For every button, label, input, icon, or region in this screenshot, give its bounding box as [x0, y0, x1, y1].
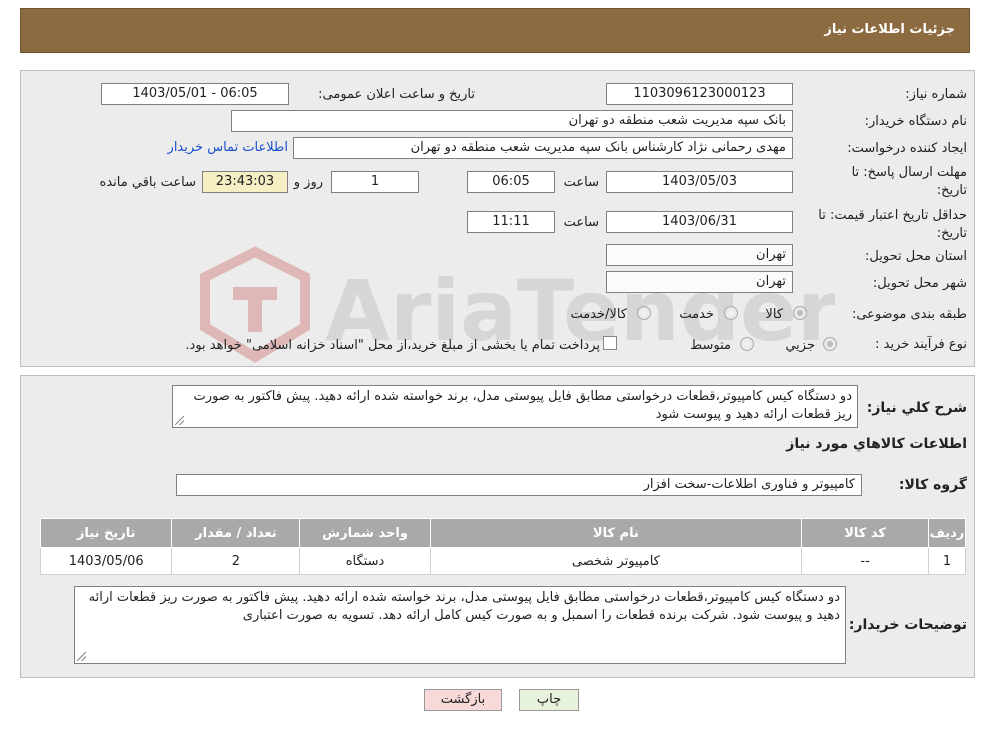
validity-time-field: 11:11	[467, 211, 555, 233]
cell-unit: دستگاه	[299, 547, 431, 575]
purchase-type-label: نوع فرآیند خرید :	[875, 337, 967, 352]
deadline-hour-label: ساعت	[563, 175, 599, 190]
validity-date-field: 1403/06/31	[606, 211, 793, 233]
goods-info-title: اطلاعات کالاهاي مورد نياز	[786, 436, 967, 452]
resize-grip-icon[interactable]	[77, 652, 86, 661]
category-radio-goods[interactable]	[793, 306, 807, 320]
buyer-org-label: نام دستگاه خریدار:	[864, 114, 967, 129]
purchase-radio-minor[interactable]	[823, 337, 837, 351]
remaining-time-field: 23:43:03	[202, 171, 288, 193]
validity-label: حداقل تاریخ اعتبار قیمت: تا	[818, 208, 967, 223]
province-field: تهران	[606, 244, 793, 266]
col-unit-header: واحد شمارش	[299, 518, 431, 548]
category-radio-service[interactable]	[724, 306, 738, 320]
summary-text: دو دستگاه کیس کامپیوتر،قطعات درخواستی مط…	[193, 389, 852, 422]
deadline-label: مهلت ارسال پاسخ: تا	[851, 165, 967, 180]
need-number-field: 1103096123000123	[606, 83, 793, 105]
buyer-notes-label: توضیحات خریدار:	[848, 617, 967, 633]
deadline-date-field: 1403/05/03	[606, 171, 793, 193]
col-code-header: کد کالا	[801, 518, 930, 548]
category-radio-goods-service[interactable]	[637, 306, 651, 320]
category-label: طبقه بندی موضوعی:	[851, 307, 967, 322]
remaining-days-label: روز و	[293, 175, 323, 190]
province-label: استان محل تحویل:	[865, 249, 967, 264]
cell-date: 1403/05/06	[39, 547, 173, 575]
remaining-time-label: ساعت باقي مانده	[99, 175, 196, 190]
summary-textarea[interactable]: دو دستگاه کیس کامپیوتر،قطعات درخواستی مط…	[172, 385, 858, 428]
goods-group-field: کامپیوتر و فناوری اطلاعات-سخت افزار	[176, 474, 862, 496]
col-row-header: رديف	[928, 518, 966, 548]
cell-name: کامپیوتر شخصی	[429, 547, 803, 575]
table-row: 1 -- کامپیوتر شخصی دستگاه 2 1403/05/06	[39, 547, 966, 575]
purchase-option-medium: متوسط	[690, 338, 731, 353]
creator-label: ایجاد کننده درخواست:	[847, 141, 967, 156]
validity-hour-label: ساعت	[563, 215, 599, 230]
category-option-goods: کالا	[765, 307, 783, 322]
need-number-label: شماره نیاز:	[905, 87, 967, 102]
buyer-org-field: بانک سپه مدیریت شعب منطقه دو تهران	[231, 110, 793, 132]
back-button[interactable]: بازگشت	[424, 689, 502, 711]
goods-table-header-row: رديف کد کالا نام کالا واحد شمارش تعداد /…	[39, 518, 966, 548]
remaining-days-field: 1	[331, 171, 419, 193]
buyer-contact-link[interactable]: اطلاعات تماس خریدار	[168, 140, 288, 155]
goods-group-label: گروه کالا:	[898, 477, 967, 493]
print-button[interactable]: چاپ	[519, 689, 579, 711]
col-date-header: تاریخ نیاز	[39, 518, 173, 548]
cell-qty: 2	[171, 547, 301, 575]
announce-datetime-field: 1403/05/01 - 06:05	[101, 83, 289, 105]
summary-label: شرح کلي نياز:	[866, 400, 967, 416]
city-field: تهران	[606, 271, 793, 293]
city-label: شهر محل تحویل:	[872, 276, 967, 291]
page-title: جزئیات اطلاعات نیاز	[824, 22, 955, 37]
validity-label-date: تاریخ:	[936, 226, 967, 241]
category-option-goods-service: کالا/خدمت	[570, 307, 627, 322]
treasury-note: پرداخت تمام یا بخشی از مبلغ خرید،از محل …	[185, 338, 600, 353]
cell-code: --	[801, 547, 930, 575]
deadline-label-date: تاریخ:	[936, 183, 967, 198]
purchase-option-minor: جزیي	[785, 338, 815, 353]
buyer-notes-text: دو دستگاه کیس کامپیوتر،قطعات درخواستی مط…	[88, 590, 840, 623]
purchase-radio-medium[interactable]	[740, 337, 754, 351]
resize-grip-icon[interactable]	[175, 416, 184, 425]
announce-datetime-label: تاریخ و ساعت اعلان عمومی:	[318, 87, 475, 102]
cell-row: 1	[928, 547, 966, 575]
treasury-checkbox[interactable]	[603, 336, 617, 350]
goods-table: رديف کد کالا نام کالا واحد شمارش تعداد /…	[39, 518, 966, 575]
deadline-time-field: 06:05	[467, 171, 555, 193]
category-option-service: خدمت	[679, 307, 714, 322]
col-name-header: نام کالا	[429, 518, 803, 548]
buyer-notes-textarea[interactable]: دو دستگاه کیس کامپیوتر،قطعات درخواستی مط…	[74, 586, 846, 664]
page-header: جزئیات اطلاعات نیاز	[20, 8, 970, 53]
creator-field: مهدی رحمانی نژاد کارشناس بانک سپه مدیریت…	[293, 137, 793, 159]
col-qty-header: تعداد / مقدار	[171, 518, 301, 548]
